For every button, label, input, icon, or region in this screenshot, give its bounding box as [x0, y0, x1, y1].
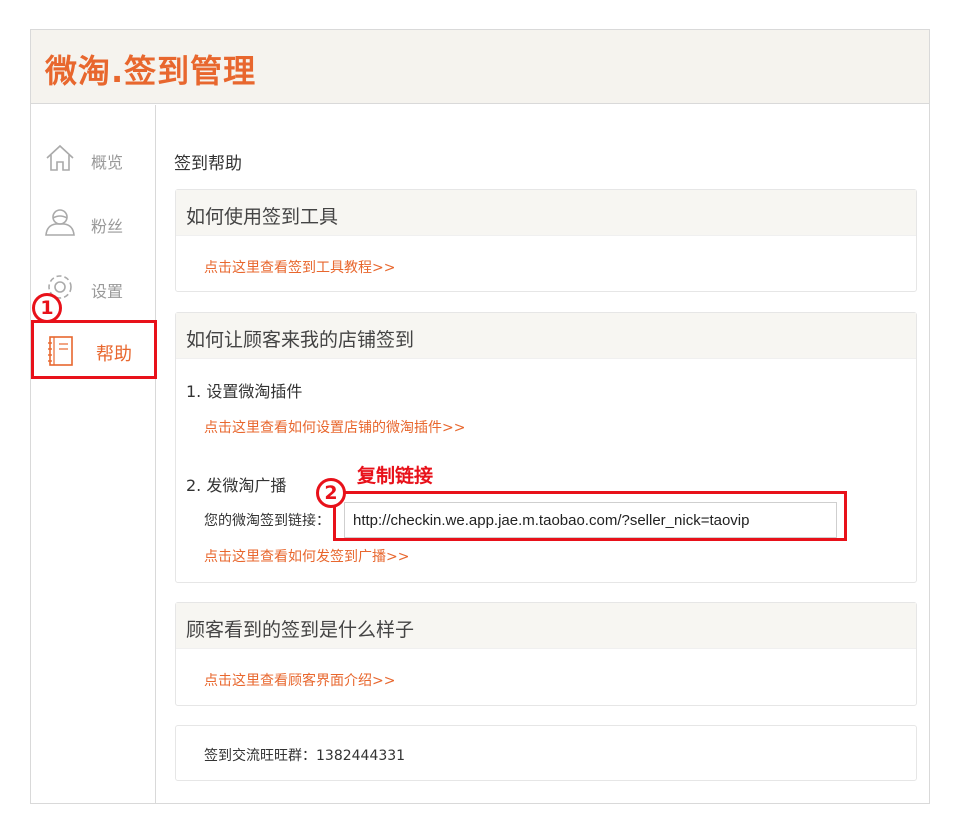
annotation-marker-1: 1 [32, 293, 62, 323]
app-frame: 微淘.签到管理 概览 粉丝 设置 帮助 签到帮助 如何使用签到工具 点击这里查看… [30, 29, 930, 804]
section-invite-customers: 如何让顾客来我的店铺签到 1. 设置微淘插件 点击这里查看如何设置店铺的微淘插件… [175, 312, 917, 583]
section-customer-view: 顾客看到的签到是什么样子 点击这里查看顾客界面介绍>> [175, 602, 917, 706]
customer-view-link[interactable]: 点击这里查看顾客界面介绍>> [204, 670, 395, 690]
sidebar-item-label: 设置 [91, 282, 124, 301]
copy-link-annotation: 复制链接 [357, 465, 434, 487]
plugin-setup-link[interactable]: 点击这里查看如何设置店铺的微淘插件>> [204, 417, 465, 437]
sidebar-item-label: 粉丝 [91, 217, 124, 236]
section-how-to-use: 如何使用签到工具 点击这里查看签到工具教程>> [175, 189, 917, 292]
step-2-label: 2. 发微淘广播 [186, 476, 287, 495]
highlight-box-link [333, 491, 847, 541]
highlight-box-help [31, 320, 157, 379]
app-header: 微淘.签到管理 [31, 30, 929, 104]
user-icon [45, 209, 75, 236]
checkin-link-label: 您的微淘签到链接： [204, 513, 330, 529]
main-content: 签到帮助 如何使用签到工具 点击这里查看签到工具教程>> 如何让顾客来我的店铺签… [157, 105, 929, 803]
sidebar: 概览 粉丝 设置 帮助 [31, 105, 156, 803]
tutorial-link[interactable]: 点击这里查看签到工具教程>> [204, 257, 395, 277]
page-title: 签到帮助 [174, 154, 242, 174]
section-group: 签到交流旺旺群：1382444331 [175, 725, 917, 781]
annotation-marker-2: 2 [316, 478, 346, 508]
step-1-label: 1. 设置微淘插件 [186, 382, 303, 401]
home-icon [46, 144, 74, 171]
sidebar-item-fans[interactable]: 粉丝 [31, 197, 156, 247]
app-title: 微淘.签到管理 [45, 52, 257, 90]
section-title: 顾客看到的签到是什么样子 [176, 603, 916, 649]
section-title: 如何让顾客来我的店铺签到 [176, 313, 916, 359]
group-info: 签到交流旺旺群：1382444331 [204, 748, 406, 764]
section-title: 如何使用签到工具 [176, 190, 916, 236]
broadcast-link[interactable]: 点击这里查看如何发签到广播>> [204, 546, 409, 566]
sidebar-item-label: 概览 [91, 153, 124, 172]
sidebar-item-overview[interactable]: 概览 [31, 133, 156, 183]
